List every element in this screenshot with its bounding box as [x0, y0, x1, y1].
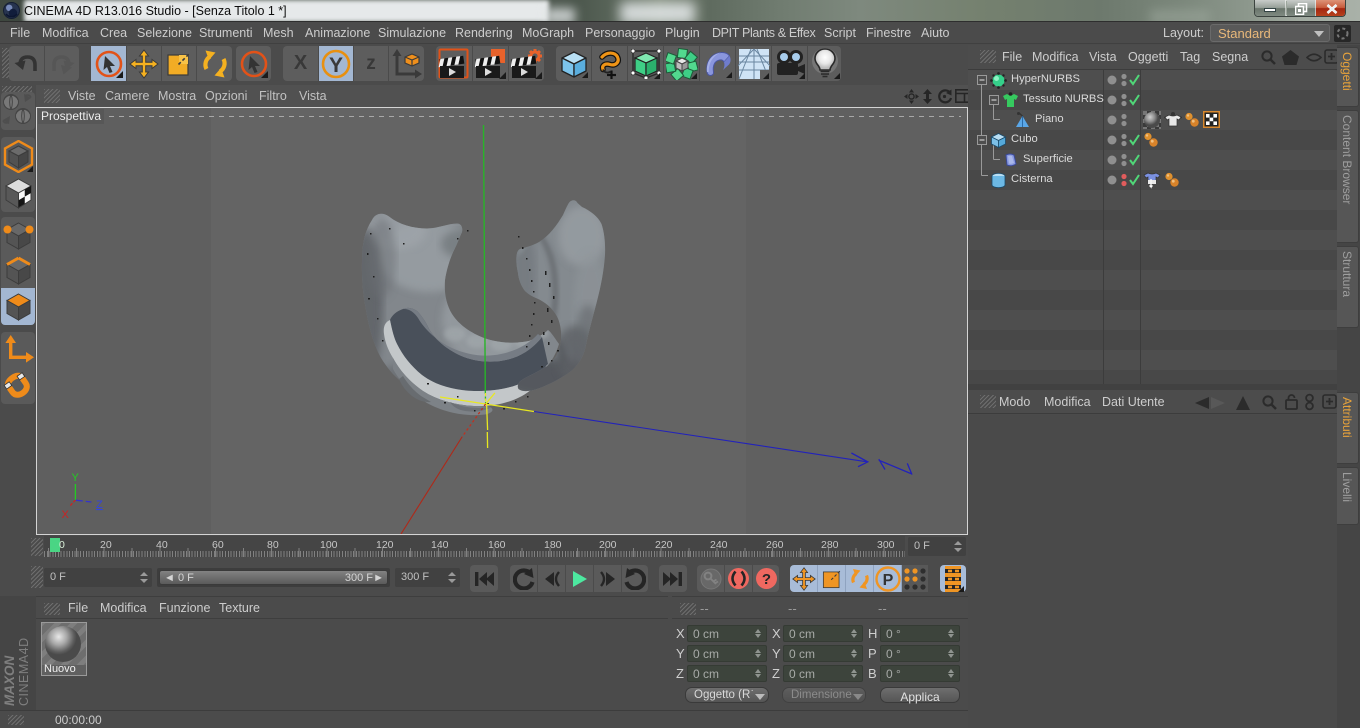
svg-text:Y: Y: [329, 54, 343, 77]
svg-text:X: X: [62, 509, 70, 521]
svg-text:?: ?: [761, 571, 770, 588]
svg-text:Y: Y: [72, 472, 80, 484]
svg-text:Z: Z: [96, 499, 103, 511]
svg-text:P: P: [882, 572, 893, 589]
